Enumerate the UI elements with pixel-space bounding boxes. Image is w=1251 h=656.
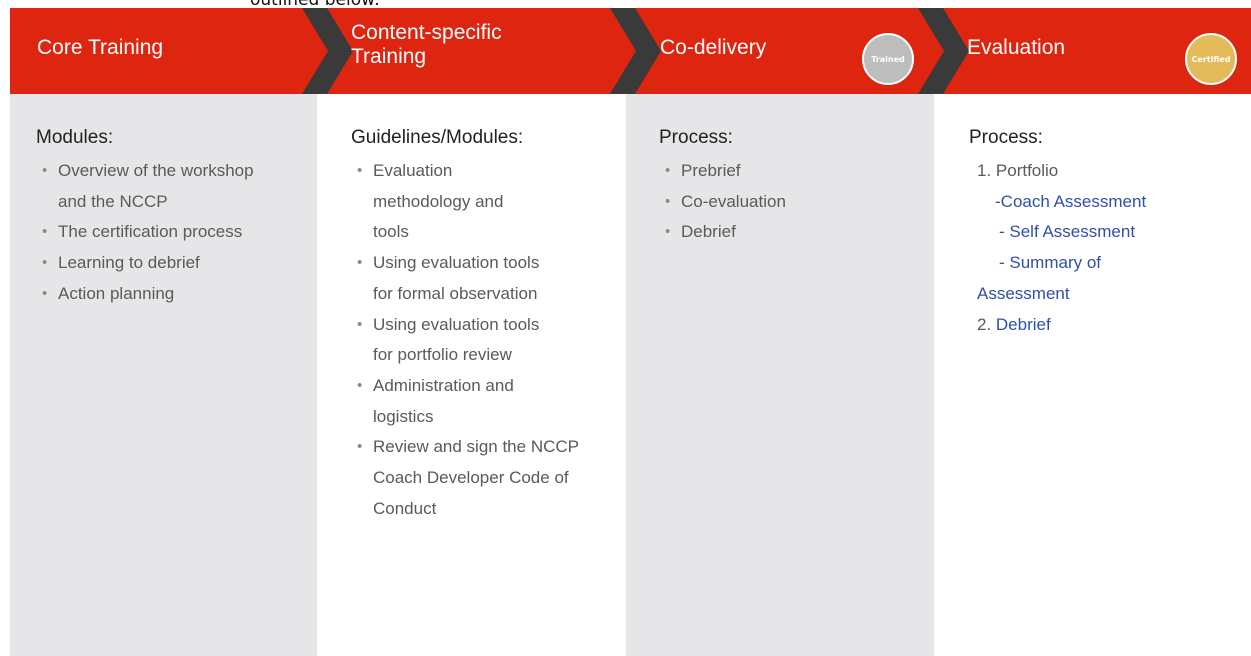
coach-assessment-link[interactable]: -Coach Assessment	[977, 187, 1251, 218]
list-item: Action planning	[36, 279, 286, 310]
step-title-content-specific-line2: Training	[351, 45, 427, 68]
list-item: Overview of the workshop and the NCCP	[36, 156, 286, 217]
list-item: Using evaluation tools for portfolio rev…	[351, 310, 546, 371]
column-evaluation: Process: 1. Portfolio -Coach Assessment …	[934, 94, 1251, 656]
list-item: Using evaluation tools for formal observ…	[351, 248, 546, 309]
process-banner: Core Training Content-specific Training …	[10, 8, 1251, 94]
column-co-delivery: Process: Prebrief Co-evaluation Debrief	[626, 94, 934, 656]
module-list: Evaluation methodology and tools Using e…	[351, 156, 626, 524]
step-title-evaluation: Evaluation	[967, 36, 1066, 59]
list-item: Learning to debrief	[36, 248, 286, 279]
list-item: The certification process	[36, 217, 286, 248]
list-item: 2. Debrief	[977, 310, 1251, 341]
summary-of-assessment-link-cont[interactable]: Assessment	[977, 279, 1251, 310]
process-list: Prebrief Co-evaluation Debrief	[659, 156, 934, 248]
list-item: Evaluation methodology and tools	[351, 156, 516, 248]
list-item: Administration and logistics	[351, 371, 571, 432]
column-heading: Process:	[659, 127, 733, 148]
debrief-link[interactable]: Debrief	[996, 315, 1051, 334]
column-heading: Modules:	[36, 127, 114, 148]
column-content-specific-training: Guidelines/Modules: Evaluation methodolo…	[317, 94, 626, 656]
column-heading: Process:	[969, 127, 1043, 148]
column-core-training: Modules: Overview of the workshop and th…	[10, 94, 317, 656]
step-title-co-delivery: Co-delivery	[660, 36, 767, 59]
step-title-content-specific: Content-specific Training	[351, 21, 502, 69]
portfolio-item: 1. Portfolio	[977, 161, 1059, 180]
module-list: Overview of the workshop and the NCCP Th…	[36, 156, 317, 310]
self-assessment-link[interactable]: - Self Assessment	[977, 217, 1251, 248]
list-item: Debrief	[659, 217, 934, 248]
co-evaluation-link[interactable]: Co-evaluation	[659, 187, 934, 218]
column-heading: Guidelines/Modules:	[351, 127, 524, 148]
trained-badge-icon: Trained	[862, 33, 914, 85]
step-title-content-specific-line1: Content-specific	[351, 21, 502, 44]
list-item: 1. Portfolio -Coach Assessment - Self As…	[977, 156, 1251, 310]
top-caption: outlined below:	[250, 0, 380, 10]
list-item: Prebrief	[659, 156, 934, 187]
list-item: Review and sign the NCCP Coach Developer…	[351, 432, 581, 524]
summary-of-assessment-link[interactable]: - Summary of	[977, 248, 1251, 279]
step-title-core-training: Core Training	[37, 36, 164, 59]
certified-badge-icon: Certified	[1185, 33, 1237, 85]
debrief-number: 2.	[977, 314, 996, 334]
process-list: 1. Portfolio -Coach Assessment - Self As…	[969, 156, 1251, 340]
